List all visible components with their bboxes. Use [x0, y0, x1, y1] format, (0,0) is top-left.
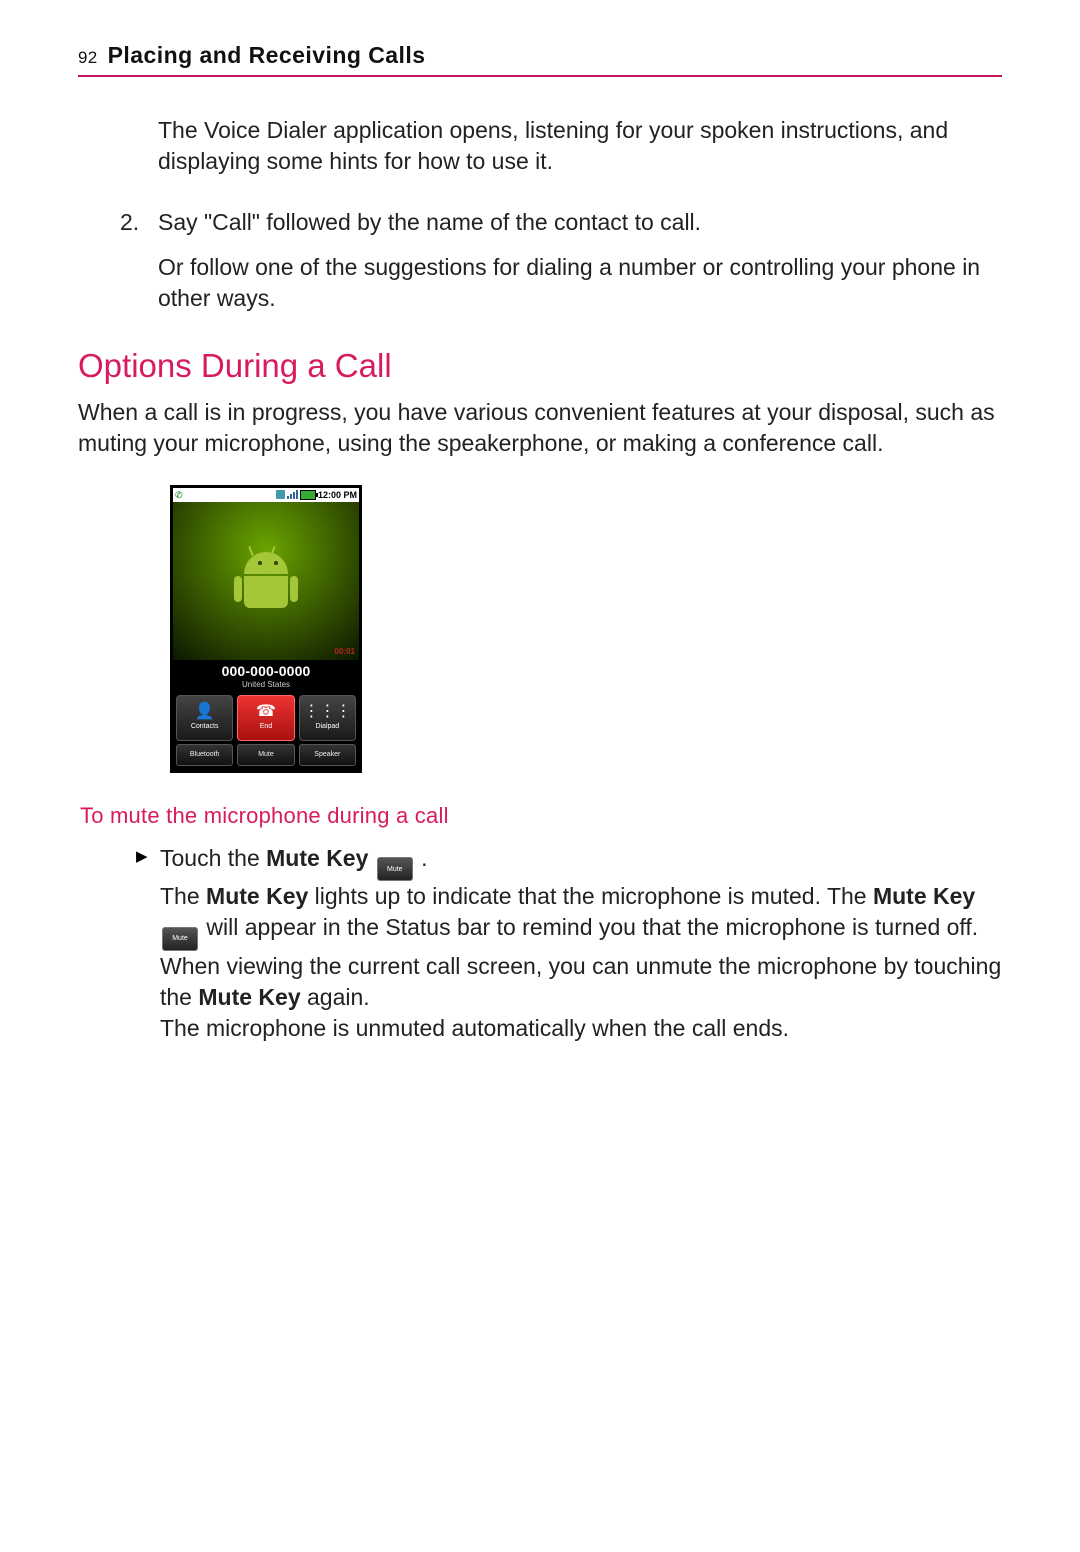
call-number-row: 000-000-0000 United States: [173, 660, 359, 692]
battery-icon: [300, 490, 316, 500]
mute-key-bold-1: Mute Key: [266, 845, 368, 871]
mute-key-bold-3: Mute Key: [873, 883, 975, 909]
phone-statusbar: ✆ 12:00 PM: [173, 488, 359, 502]
page-header: 92 Placing and Receiving Calls: [78, 40, 1002, 77]
mute-button[interactable]: Mute: [237, 744, 294, 766]
phone-screenshot: ✆ 12:00 PM 00:01 000-000-0000 United Sta…: [170, 485, 362, 773]
line3-b: again.: [301, 984, 370, 1010]
dialpad-icon: ⋮⋮⋮: [303, 704, 351, 720]
mute-instructions-text: Touch the Mute Key Mute . The Mute Key l…: [160, 843, 1002, 1045]
page-title: Placing and Receiving Calls: [108, 40, 426, 71]
end-call-icon: ☎: [256, 704, 276, 720]
section-paragraph: When a call is in progress, you have var…: [78, 397, 1002, 459]
line2-b: lights up to indicate that the microphon…: [308, 883, 873, 909]
signal-3g-icon: [276, 490, 285, 499]
contacts-button[interactable]: 👤 Contacts: [176, 695, 233, 741]
step-2-number: 2.: [120, 207, 158, 238]
step-2: 2. Say "Call" followed by the name of th…: [120, 207, 1002, 238]
phone-time: 12:00 PM: [318, 489, 357, 501]
line2-a: The: [160, 883, 206, 909]
speaker-button[interactable]: Speaker: [299, 744, 356, 766]
mute-key-chip-2: Mute: [162, 927, 198, 951]
phone-icon: ✆: [175, 489, 183, 501]
line1-b: .: [415, 845, 428, 871]
android-icon: [239, 552, 293, 612]
contacts-icon: 👤: [195, 704, 215, 720]
step-2-text: Say "Call" followed by the name of the c…: [158, 207, 701, 238]
step-2-followup: Or follow one of the suggestions for dia…: [158, 252, 1002, 314]
dialpad-label: Dialpad: [315, 722, 339, 731]
section-heading-options: Options During a Call: [78, 344, 1002, 389]
mute-key-bold-2: Mute Key: [206, 883, 308, 909]
line4: The microphone is unmuted automatically …: [160, 1015, 789, 1041]
contacts-label: Contacts: [191, 722, 219, 731]
mute-key-chip-1: Mute: [377, 857, 413, 881]
triangle-bullet-icon: ▶: [136, 843, 160, 1045]
mute-label: Mute: [258, 750, 274, 759]
call-timer: 00:01: [335, 647, 355, 658]
page-number: 92: [78, 47, 98, 70]
bluetooth-label: Bluetooth: [190, 750, 220, 759]
dialpad-button[interactable]: ⋮⋮⋮ Dialpad: [299, 695, 356, 741]
end-call-label: End: [260, 722, 272, 731]
call-location: United States: [173, 680, 359, 691]
sub-heading-mute: To mute the microphone during a call: [80, 801, 1002, 831]
end-call-button[interactable]: ☎ End: [237, 695, 294, 741]
signal-bars-icon: [287, 490, 298, 499]
line2-c: will appear in the Status bar to remind …: [200, 914, 978, 940]
call-number: 000-000-0000: [173, 662, 359, 681]
intro-paragraph: The Voice Dialer application opens, list…: [158, 115, 1002, 177]
line1-a: Touch the: [160, 845, 266, 871]
mute-key-bold-4: Mute Key: [198, 984, 300, 1010]
mute-instructions: ▶ Touch the Mute Key Mute . The Mute Key…: [136, 843, 1002, 1045]
contact-avatar-area: 00:01: [173, 502, 359, 660]
speaker-label: Speaker: [314, 750, 340, 759]
bluetooth-button[interactable]: Bluetooth: [176, 744, 233, 766]
